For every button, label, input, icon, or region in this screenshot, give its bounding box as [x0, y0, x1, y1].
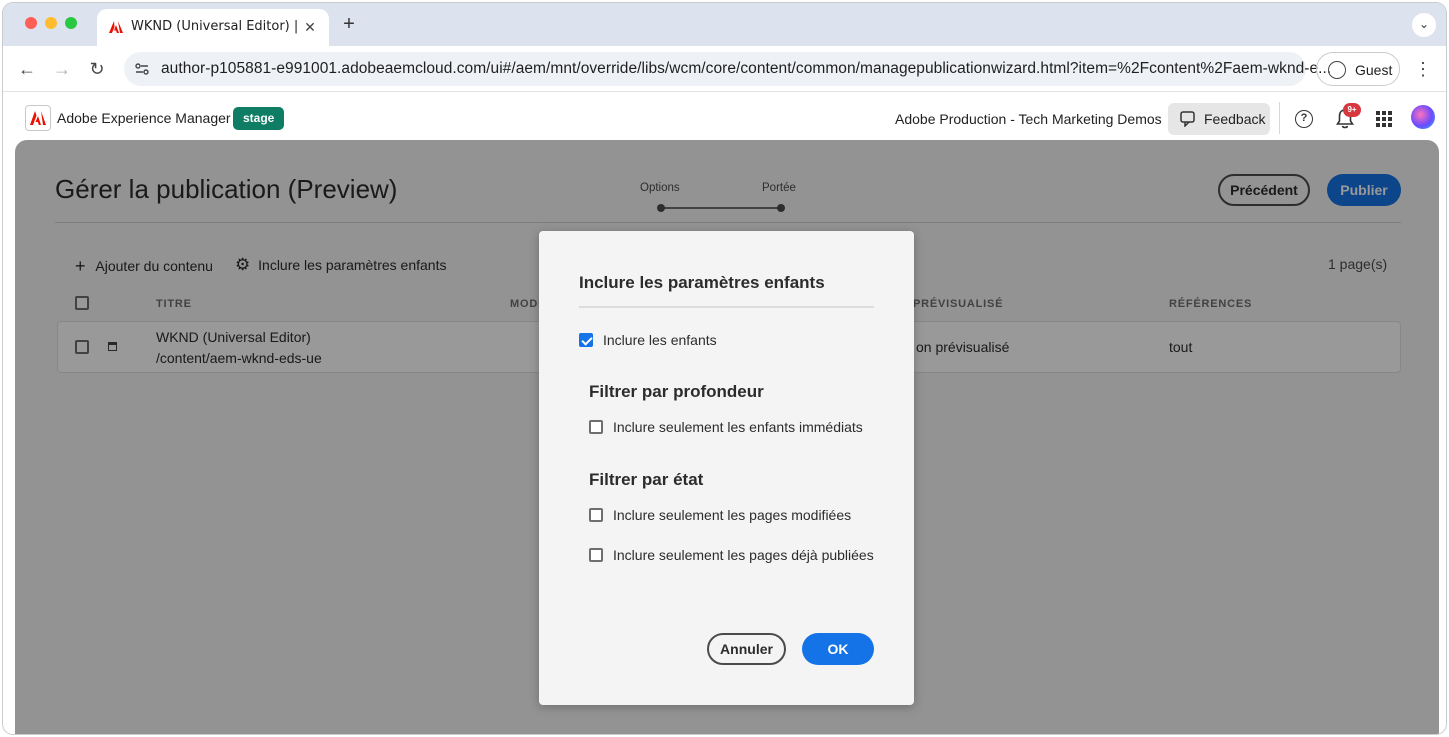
feedback-label: Feedback	[1204, 111, 1266, 127]
published-pages-label: Inclure seulement les pages déjà publiée…	[613, 547, 874, 563]
modified-pages-checkbox-box[interactable]	[589, 508, 603, 522]
forward-arrow-icon[interactable]: →	[50, 57, 74, 81]
cancel-button[interactable]: Annuler	[707, 633, 786, 665]
minimize-window-button[interactable]	[45, 17, 57, 29]
browser-toolbar: ← → ↻ author-p105881-e991001.adobeaemclo…	[3, 46, 1446, 92]
modified-pages-checkbox[interactable]: Inclure seulement les pages modifiées	[589, 506, 869, 524]
feedback-icon	[1180, 111, 1195, 127]
immediate-children-checkbox-box[interactable]	[589, 420, 603, 434]
published-pages-checkbox-box[interactable]	[589, 548, 603, 562]
reload-icon[interactable]: ↻	[85, 57, 109, 81]
profile-label: Guest	[1355, 62, 1393, 78]
include-children-dialog: Inclure les paramètres enfants Inclure l…	[539, 231, 914, 705]
browser-tab[interactable]: WKND (Universal Editor) | Adobe Experien…	[97, 9, 329, 46]
depth-filter-heading: Filtrer par profondeur	[589, 382, 764, 401]
apps-grid-icon[interactable]	[1376, 111, 1392, 127]
tab-title: WKND (Universal Editor) | Adobe Experien…	[131, 19, 301, 34]
dialog-title: Inclure les paramètres enfants	[579, 273, 825, 292]
adobe-favicon-icon	[109, 21, 123, 33]
profile-icon	[1328, 61, 1346, 79]
product-name[interactable]: Adobe Experience Manager	[57, 110, 231, 126]
url-text: author-p105881-e991001.adobeaemcloud.com…	[161, 60, 1332, 77]
browser-menu-icon[interactable]: ⋮	[1413, 57, 1433, 81]
modified-pages-label: Inclure seulement les pages modifiées	[613, 507, 852, 523]
profile-button[interactable]: Guest	[1316, 52, 1400, 86]
tab-bar: WKND (Universal Editor) | Adobe Experien…	[3, 3, 1446, 46]
aem-shell-header: Adobe Experience Manager stage Adobe Pro…	[3, 92, 1446, 140]
dialog-title-divider	[579, 306, 874, 308]
org-switcher[interactable]: Adobe Production - Tech Marketing Demos	[895, 111, 1162, 127]
header-divider	[1279, 102, 1280, 134]
address-bar[interactable]: author-p105881-e991001.adobeaemcloud.com…	[124, 52, 1331, 86]
user-avatar[interactable]	[1411, 105, 1435, 129]
environment-badge: stage	[233, 107, 285, 130]
include-children-checkbox-box[interactable]	[579, 333, 593, 347]
new-tab-icon[interactable]: +	[338, 14, 360, 36]
tab-search-chevron-icon[interactable]: ⌄	[1412, 13, 1436, 37]
immediate-children-checkbox[interactable]: Inclure seulement les enfants immédiats	[589, 418, 869, 436]
back-arrow-icon[interactable]: ←	[15, 57, 39, 81]
site-info-icon[interactable]	[134, 61, 150, 77]
maximize-window-button[interactable]	[65, 17, 77, 29]
adobe-logo-icon[interactable]	[25, 105, 51, 131]
include-children-label: Inclure les enfants	[603, 332, 717, 348]
feedback-button[interactable]: Feedback	[1168, 103, 1270, 135]
close-tab-icon[interactable]: ✕	[301, 18, 319, 36]
published-pages-checkbox[interactable]: Inclure seulement les pages déjà publiée…	[589, 546, 874, 564]
state-filter-heading: Filtrer par état	[589, 470, 704, 489]
immediate-children-label: Inclure seulement les enfants immédiats	[613, 419, 863, 435]
ok-button[interactable]: OK	[802, 633, 874, 665]
help-icon[interactable]: ?	[1295, 110, 1313, 128]
include-children-checkbox[interactable]: Inclure les enfants	[579, 331, 779, 349]
notification-badge: 9+	[1343, 103, 1361, 117]
close-window-button[interactable]	[25, 17, 37, 29]
